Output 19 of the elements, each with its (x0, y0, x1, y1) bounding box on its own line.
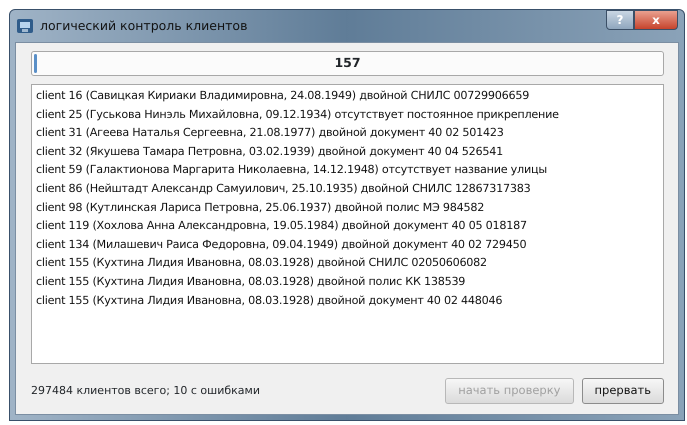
help-button[interactable]: ? (606, 10, 634, 30)
log-entry: client 86 (Нейштадт Александр Самуилович, 25.10.1935) двойной СНИЛС 12867317383 (36, 180, 532, 197)
close-button[interactable]: x (634, 10, 678, 30)
abort-button[interactable]: прервать (582, 378, 664, 404)
log-entry: client 98 (Кутлинская Лариса Петровна, 25.06.1937) двойной полис МЭ 984582 (36, 200, 486, 216)
log-entry: client 155 (Кухтина Лидия Ивановна, 08.03.1928) двойной СНИЛС 02050606082 (36, 255, 488, 272)
log-entry: client 31 (Агеева Наталья Сергеевна, 21.08.1977) двойной документ 40 02 501423 (36, 125, 505, 142)
window-title: логический контроль клиентов (40, 16, 248, 35)
log-entry: client 155 (Кухтина Лидия Ивановна, 08.03.1928) двойной документ 40 02 448046 (36, 292, 504, 309)
log-entry: client 59 (Галактионова Маргарита Николаевна, 14.12.1948) отсутствует название улицы (36, 162, 548, 178)
log-entry: client 155 (Кухтина Лидия Ивановна, 08.03.1928) двойной полис КК 138539 (36, 274, 466, 290)
log-entry: client 134 (Милашевич Раиса Федоровна, 09.04.1949) двойной документ 40 02 729450 (36, 236, 528, 253)
log-entry: client 25 (Гуськова Нинэль Михайловна, 09.12.1934) отсутствует постоянное прикрепление (36, 106, 560, 123)
app-icon (16, 17, 34, 35)
status-text: 297484 клиентов всего; 10 с ошибками (31, 382, 260, 399)
log-entry: client 119 (Хохлова Анна Александровна, 19.05.1984) двойной документ 40 05 018187 (36, 218, 528, 234)
progress-count: 157 (334, 54, 361, 72)
log-entry: client 32 (Якушева Тамара Петровна, 03.02.1939) двойной документ 40 04 526541 (36, 144, 504, 160)
log-entry: client 16 (Савицкая Кириаки Владимировна, 24.08.1949) двойной СНИЛС 00729906659 (36, 88, 530, 104)
